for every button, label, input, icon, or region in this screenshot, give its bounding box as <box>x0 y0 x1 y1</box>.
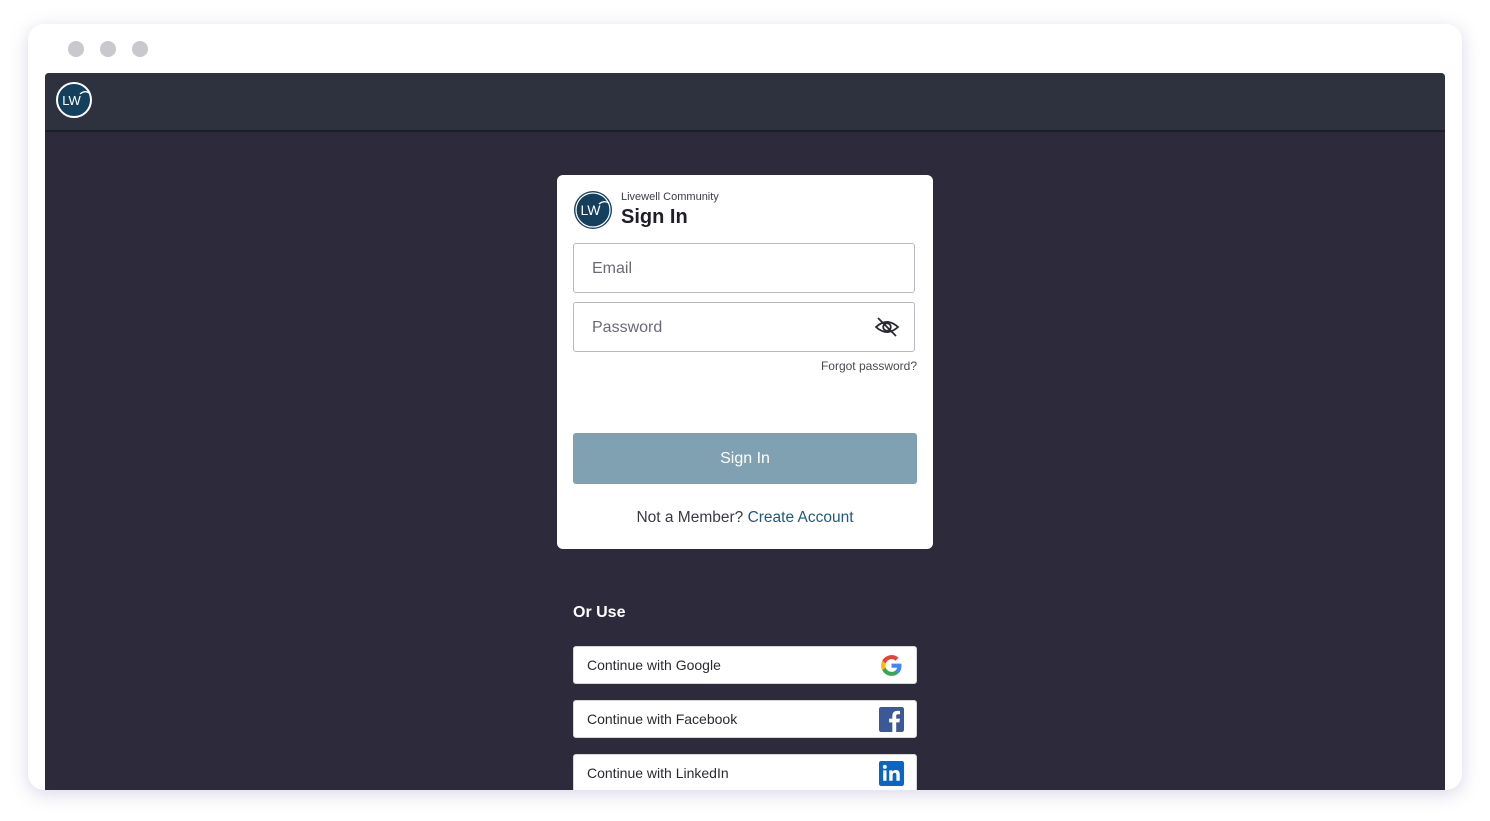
social-heading: Or Use <box>573 604 626 621</box>
email-field[interactable] <box>573 243 915 294</box>
linkedin-icon <box>879 761 904 786</box>
password-field[interactable] <box>573 302 915 353</box>
livewell-logo-icon[interactable]: LW <box>55 81 93 119</box>
member-prompt-text: Not a Member? <box>636 509 744 526</box>
window-close-dot[interactable] <box>68 41 84 57</box>
sign-in-card: LW Livewell Community Sign In Forgot pas… <box>557 175 933 549</box>
window-controls <box>68 41 148 57</box>
email-input[interactable] <box>590 244 864 294</box>
google-icon <box>881 655 902 676</box>
livewell-card-logo-icon: LW <box>574 191 612 229</box>
sign-in-button[interactable]: Sign In <box>573 433 917 484</box>
password-input[interactable] <box>590 303 864 353</box>
google-button-label: Continue with Google <box>587 657 721 673</box>
window-maximize-dot[interactable] <box>132 41 148 57</box>
topbar-logo-text: LW <box>62 93 81 108</box>
top-navigation-bar: LW <box>45 73 1445 132</box>
facebook-button-label: Continue with Facebook <box>587 711 738 727</box>
app-viewport: LW LW Livewell Community Sign In Email F… <box>45 73 1445 790</box>
member-prompt: Not a Member? Create Account <box>557 509 933 527</box>
eye-off-icon[interactable] <box>874 315 900 339</box>
forgot-password-link[interactable]: Forgot password? <box>821 359 917 373</box>
continue-with-google-button[interactable]: Continue with Google <box>573 646 917 684</box>
community-name: Livewell Community <box>621 191 719 203</box>
facebook-icon <box>879 707 904 732</box>
window-minimize-dot[interactable] <box>100 41 116 57</box>
browser-window: LW LW Livewell Community Sign In Email F… <box>28 24 1462 790</box>
continue-with-facebook-button[interactable]: Continue with Facebook <box>573 700 917 738</box>
continue-with-linkedin-button[interactable]: Continue with LinkedIn <box>573 754 917 790</box>
page-title: Sign In <box>621 206 688 228</box>
card-logo-text: LW <box>581 202 602 218</box>
create-account-link[interactable]: Create Account <box>748 509 854 526</box>
linkedin-button-label: Continue with LinkedIn <box>587 765 729 781</box>
